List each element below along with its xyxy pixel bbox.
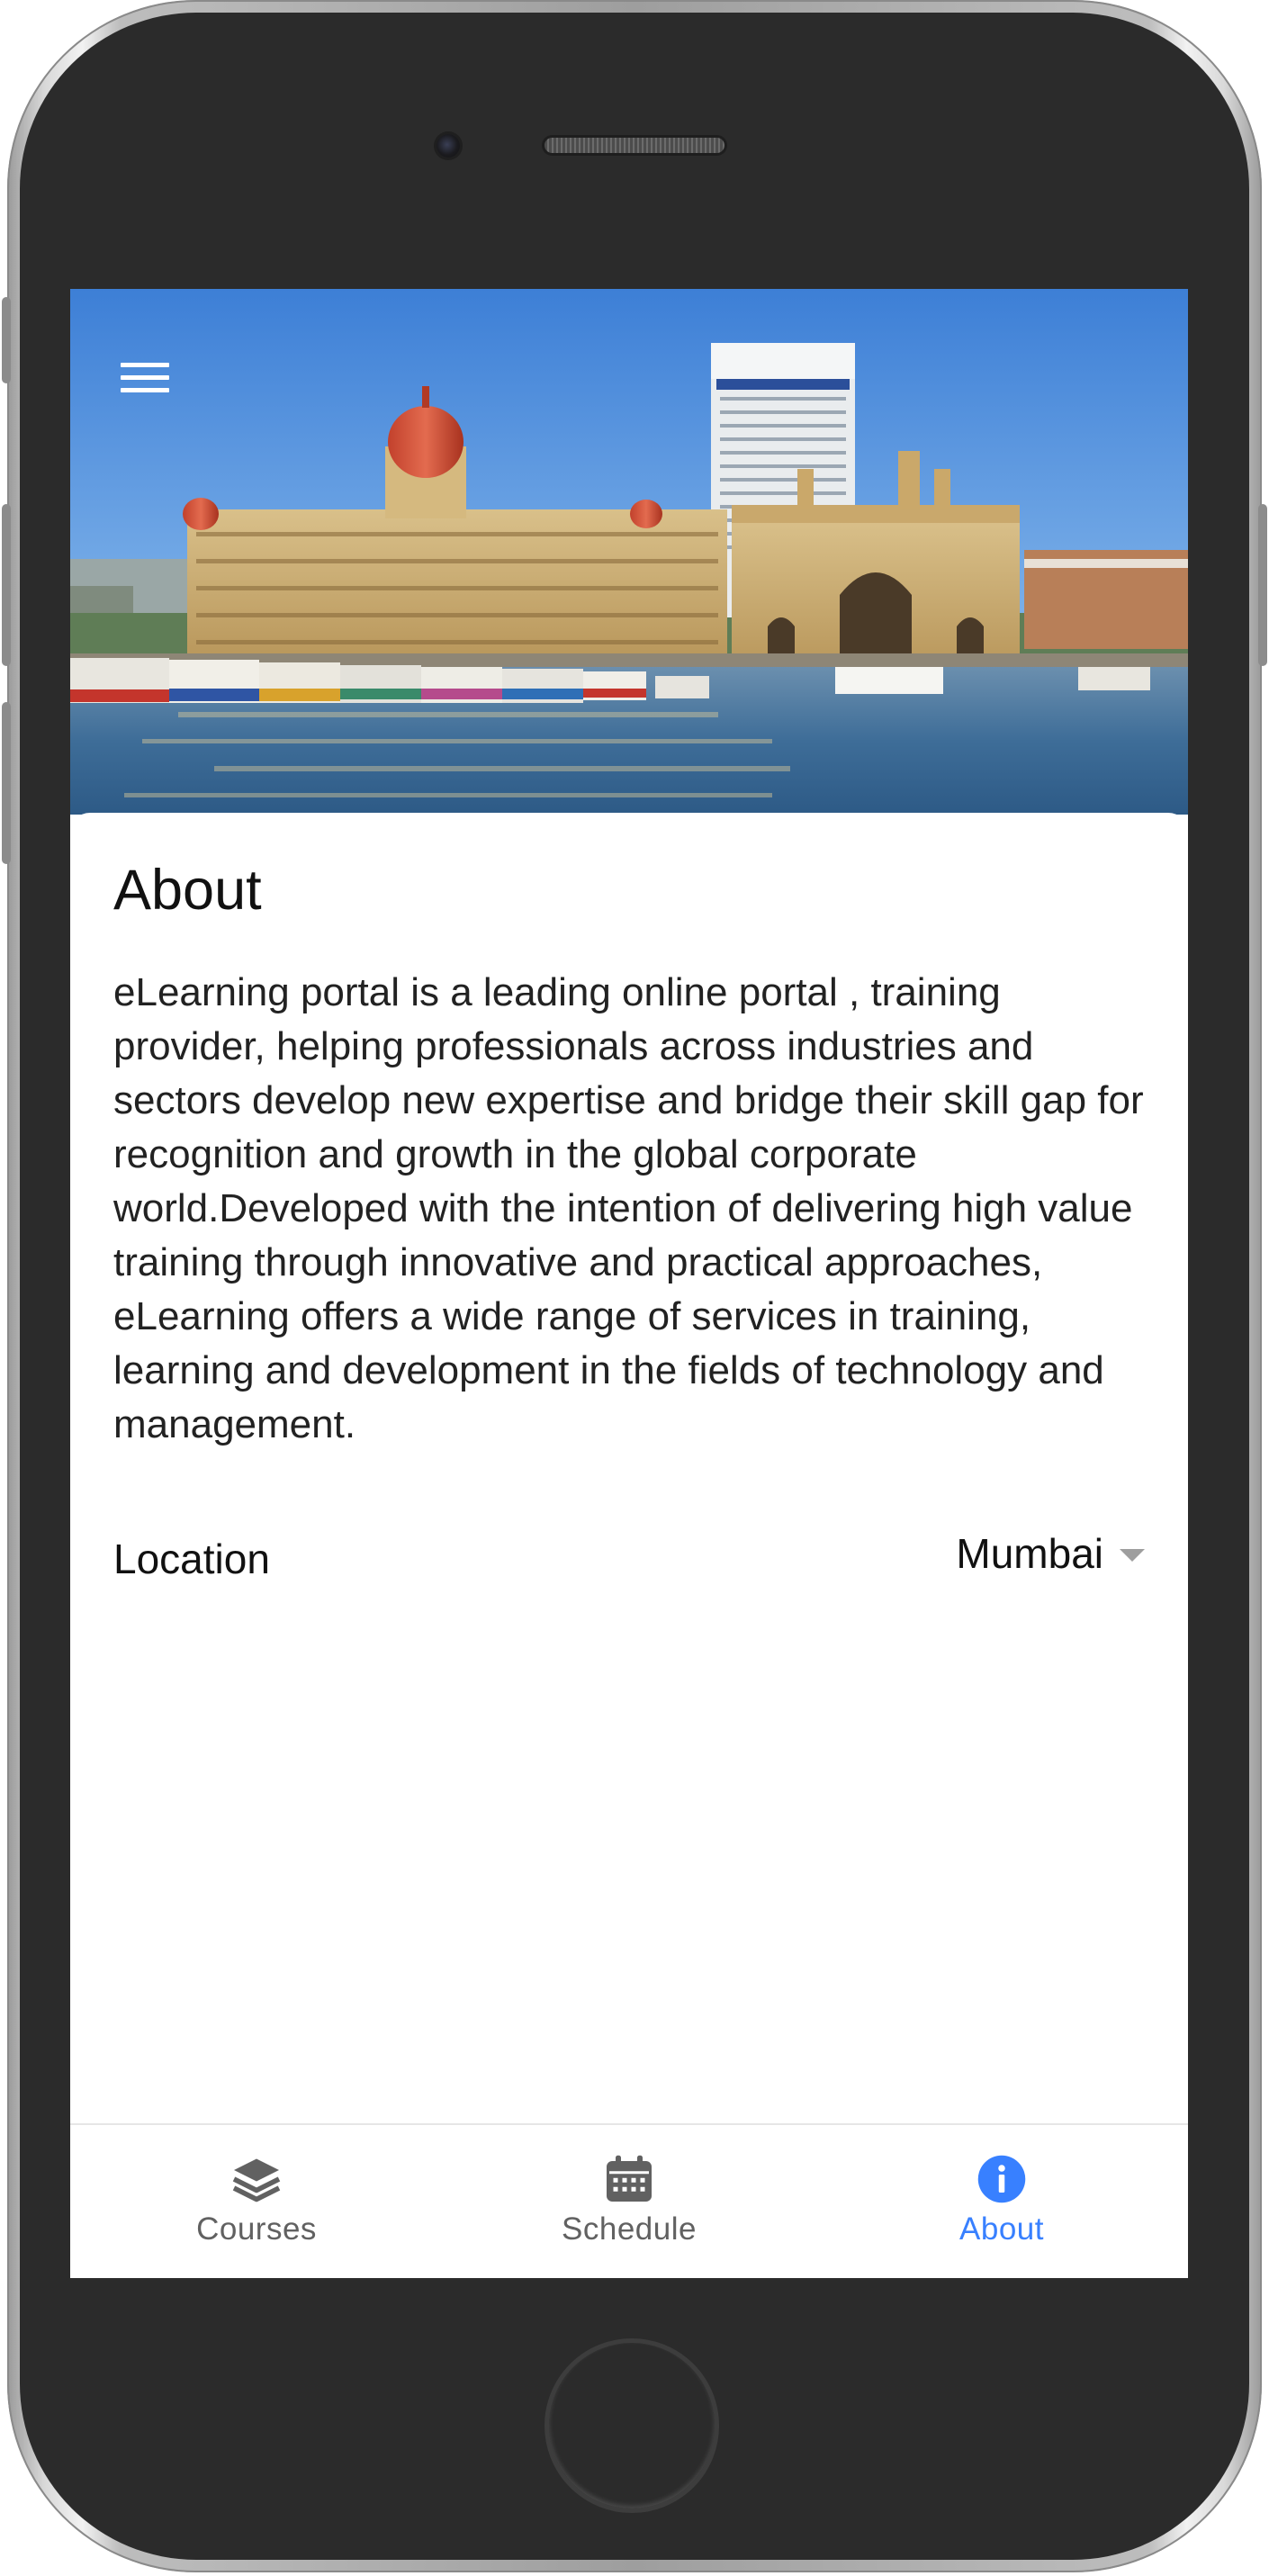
power-button [1258, 504, 1267, 666]
tab-label: Courses [196, 2211, 317, 2247]
dropdown-caret-icon [1120, 1549, 1145, 1562]
about-card: About eLearning portal is a leading onli… [70, 813, 1188, 2278]
mute-switch [2, 297, 11, 383]
location-select[interactable]: Mumbai [956, 1529, 1145, 1578]
hero-image [70, 289, 1188, 815]
page-title: About [113, 859, 262, 922]
volume-up-button [2, 504, 11, 666]
tab-label: About [959, 2211, 1044, 2247]
volume-down-button [2, 702, 11, 864]
earpiece-speaker [544, 138, 724, 153]
location-value: Mumbai [956, 1530, 1103, 1577]
tab-schedule[interactable]: Schedule [443, 2125, 815, 2278]
location-label: Location [113, 1536, 270, 1582]
tab-label: Schedule [562, 2211, 697, 2247]
tab-courses[interactable]: Courses [70, 2125, 443, 2278]
front-camera [436, 134, 460, 158]
hamburger-menu-icon[interactable] [112, 343, 180, 411]
layers-icon [230, 2152, 284, 2206]
about-description: eLearning portal is a leading online por… [113, 970, 1144, 1446]
app-screen: About eLearning portal is a leading onli… [70, 289, 1188, 2278]
bottom-tab-bar: Courses Schedule About [70, 2123, 1188, 2278]
home-button[interactable] [544, 2338, 719, 2513]
info-circle-icon [975, 2152, 1029, 2206]
tab-about[interactable]: About [815, 2125, 1188, 2278]
calendar-icon [602, 2152, 656, 2206]
